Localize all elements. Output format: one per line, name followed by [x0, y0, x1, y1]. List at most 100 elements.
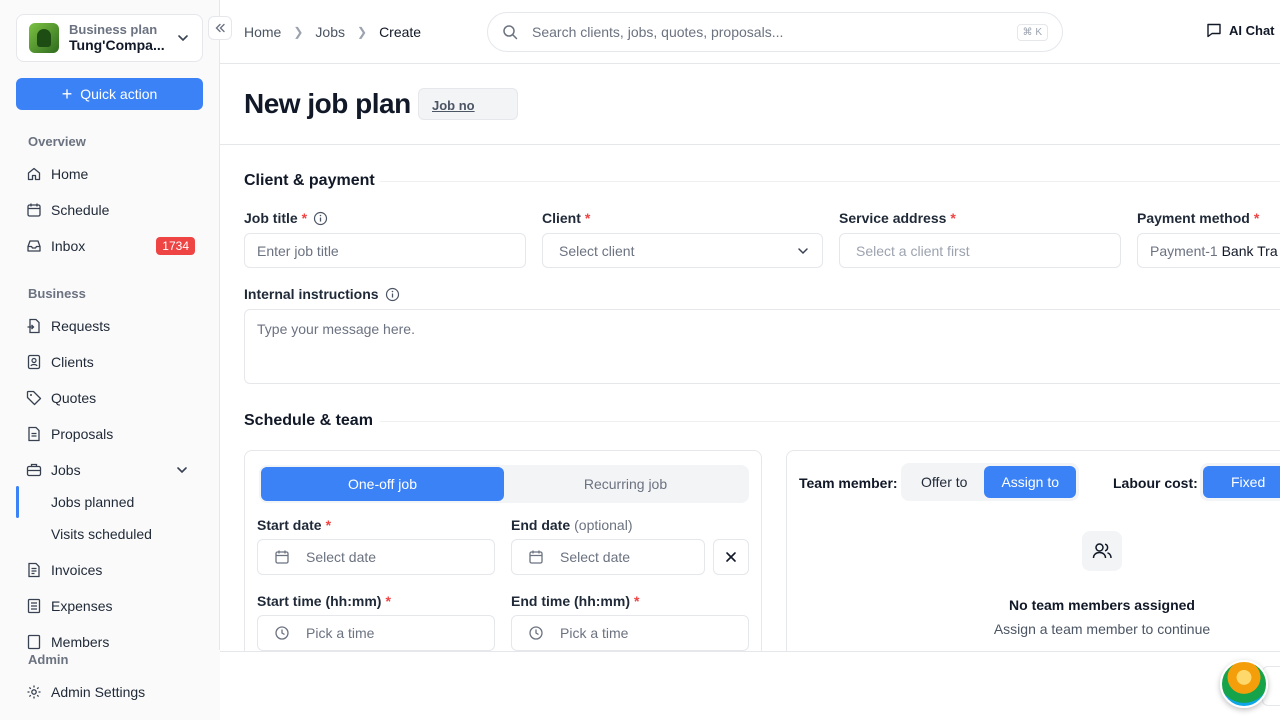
search-shortcut: ⌘ K — [1016, 23, 1048, 41]
section-title-schedule-team: Schedule & team — [244, 412, 373, 429]
chevron-down-icon — [798, 247, 808, 254]
section-divider — [380, 421, 1280, 422]
invoice-icon — [26, 562, 42, 578]
calendar-icon — [275, 550, 289, 564]
sidebar-item-label: Proposals — [51, 426, 114, 442]
client-select[interactable]: Select client — [542, 233, 823, 268]
payment-method-select[interactable]: Payment-1 Bank Tra — [1137, 233, 1280, 268]
admin-label: Admin — [28, 652, 69, 667]
breadcrumb-home[interactable]: Home — [244, 24, 281, 40]
clear-end-date-button[interactable] — [713, 539, 749, 575]
label-text: Start time (hh:mm) — [257, 593, 382, 609]
business-plan: Business plan — [69, 21, 158, 37]
sidebar-item-clients[interactable]: Clients — [16, 346, 203, 378]
sidebar-item-quotes[interactable]: Quotes — [16, 382, 203, 414]
sidebar-item-inbox[interactable]: Inbox 1734 — [16, 230, 203, 262]
ai-chat-button[interactable]: AI Chat — [1206, 22, 1275, 38]
end-date-value: Select date — [560, 549, 631, 565]
required-marker: * — [301, 210, 308, 226]
sidebar-item-invoices[interactable]: Invoices — [16, 554, 203, 586]
label-text: End date — [511, 517, 571, 533]
chevron-down-icon — [178, 35, 188, 42]
client-label: Client * — [542, 210, 590, 226]
requests-icon — [26, 318, 42, 334]
chevrons-left-icon — [215, 23, 225, 33]
breadcrumb-current: Create — [379, 24, 422, 40]
overview-label: Overview — [28, 134, 86, 149]
label-text: Internal instructions — [244, 286, 379, 302]
team-member-toggle: Offer to Assign to — [901, 463, 1080, 501]
sidebar-item-jobs[interactable]: Jobs — [16, 454, 203, 486]
ai-chat-label: AI Chat — [1229, 22, 1275, 38]
assistant-avatar-button[interactable] — [1220, 660, 1268, 708]
topbar: Home ❯ Jobs ❯ Create Search clients, job… — [220, 0, 1280, 64]
sidebar-admin-section: Admin Admin Settings — [0, 650, 220, 720]
section-title-client-payment: Client & payment — [244, 172, 375, 189]
inbox-count-badge: 1734 — [156, 237, 195, 255]
start-date-picker[interactable]: Select date — [257, 539, 495, 575]
end-time-value: Pick a time — [560, 625, 629, 641]
job-title-label: Job title * — [244, 210, 328, 226]
business-switcher[interactable]: Business plan Tung'Compa... — [16, 14, 203, 62]
job-type-segmented-control: One-off job Recurring job — [259, 465, 749, 503]
global-search-input[interactable]: Search clients, jobs, quotes, proposals.… — [487, 12, 1063, 52]
sidebar-item-label: Inbox — [51, 238, 86, 254]
internal-instructions-textarea[interactable]: Type your message here. — [244, 309, 1280, 384]
sidebar-item-jobs-planned[interactable]: Jobs planned — [16, 486, 203, 518]
search-icon — [503, 25, 518, 40]
main-content: New job plan Job no Client & payment Job… — [220, 64, 1280, 652]
tab-recurring-job[interactable]: Recurring job — [504, 467, 747, 501]
sidebar-item-expenses[interactable]: Expenses — [16, 590, 203, 622]
sidebar-item-requests[interactable]: Requests — [16, 310, 203, 342]
label-text: End time (hh:mm) — [511, 593, 630, 609]
breadcrumb-jobs[interactable]: Jobs — [315, 24, 345, 40]
briefcase-icon — [26, 462, 42, 478]
sidebar-item-schedule[interactable]: Schedule — [16, 194, 203, 226]
business-name: Tung'Compa... — [69, 37, 165, 54]
job-number-field[interactable]: Job no — [418, 88, 518, 120]
sidebar-item-admin-settings[interactable]: Admin Settings — [16, 676, 203, 708]
sidebar-item-label: Invoices — [51, 562, 103, 578]
assign-to-option[interactable]: Assign to — [984, 466, 1077, 498]
client-select-value: Select client — [559, 242, 635, 259]
fixed-option[interactable]: Fixed — [1203, 466, 1280, 498]
end-time-picker[interactable]: Pick a time — [511, 615, 749, 651]
required-marker: * — [950, 210, 956, 226]
required-marker: * — [634, 593, 640, 609]
sidebar-item-home[interactable]: Home — [16, 158, 203, 190]
start-time-picker[interactable]: Pick a time — [257, 615, 495, 651]
document-icon — [26, 426, 42, 442]
payment-method-value: Bank Tra — [1221, 242, 1278, 259]
start-date-value: Select date — [306, 549, 377, 565]
sidebar-item-label: Requests — [51, 318, 111, 334]
service-address-select[interactable]: Select a client first — [839, 233, 1121, 268]
collapse-sidebar-button[interactable] — [208, 16, 232, 40]
required-marker: * — [325, 517, 332, 533]
payment-method-label: Payment method * — [1137, 210, 1259, 226]
job-title-input[interactable]: Enter job title — [244, 233, 526, 268]
sidebar-item-label: Admin Settings — [51, 684, 146, 700]
breadcrumb: Home ❯ Jobs ❯ Create — [244, 24, 421, 40]
close-icon — [726, 552, 736, 562]
clock-icon — [529, 626, 543, 640]
info-icon[interactable] — [385, 287, 400, 302]
end-date-picker[interactable]: Select date — [511, 539, 705, 575]
info-icon[interactable] — [313, 211, 328, 226]
start-time-label: Start time (hh:mm) * — [257, 593, 391, 609]
quick-action-button[interactable]: + Quick action — [16, 78, 203, 110]
sidebar: Business plan Tung'Compa... + Quick acti… — [0, 0, 220, 720]
end-time-label: End time (hh:mm) * — [511, 593, 639, 609]
sidebar-item-visits-scheduled[interactable]: Visits scheduled — [16, 518, 203, 550]
sidebar-item-label: Visits scheduled — [51, 526, 152, 542]
team-card: Team member: Offer to Assign to Labour c… — [786, 450, 1280, 652]
offer-to-option[interactable]: Offer to — [904, 466, 984, 498]
form-footer: Ca — [220, 651, 1280, 720]
chevron-right-icon: ❯ — [293, 25, 304, 39]
business-avatar — [29, 23, 59, 53]
label-text: Service address — [839, 210, 947, 226]
sidebar-item-label: Members — [51, 634, 110, 650]
quick-action-label: Quick action — [80, 86, 158, 102]
tab-one-off-job[interactable]: One-off job — [261, 467, 504, 501]
sidebar-item-proposals[interactable]: Proposals — [16, 418, 203, 450]
section-divider — [380, 181, 1280, 182]
